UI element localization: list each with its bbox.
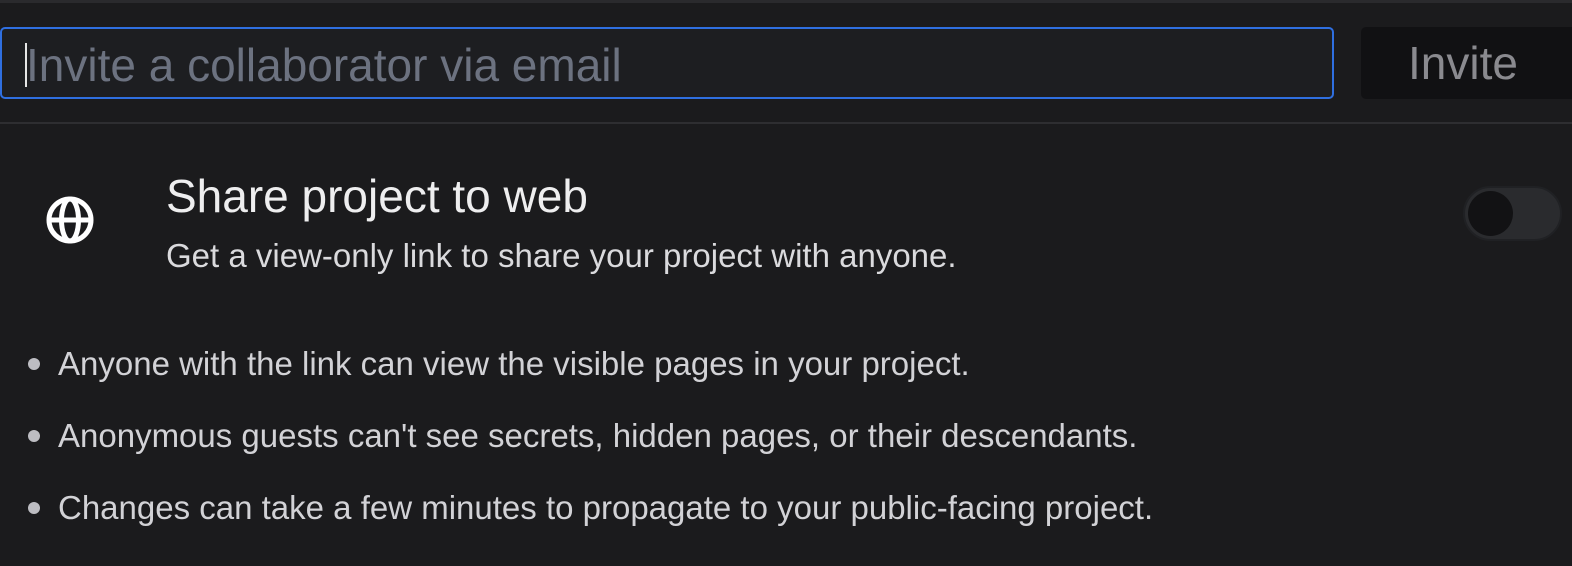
top-border — [0, 0, 1572, 3]
share-to-web-subtitle: Get a view-only link to share your proje… — [166, 237, 957, 274]
share-to-web-toggle[interactable] — [1463, 186, 1562, 241]
list-item: Changes can take a few minutes to propag… — [0, 484, 1572, 556]
share-notes-list: Anyone with the link can view the visibl… — [0, 340, 1572, 556]
note-text: Anyone with the link can view the visibl… — [58, 345, 970, 382]
share-to-web-title: Share project to web — [166, 170, 588, 222]
bullet-icon — [28, 430, 40, 442]
note-text: Anonymous guests can't see secrets, hidd… — [58, 417, 1138, 454]
invite-email-placeholder: Invite a collaborator via email — [26, 39, 622, 91]
bullet-icon — [28, 358, 40, 370]
list-item: Anonymous guests can't see secrets, hidd… — [0, 412, 1572, 484]
section-divider — [0, 122, 1572, 124]
globe-icon — [45, 195, 95, 245]
note-text: Changes can take a few minutes to propag… — [58, 489, 1154, 526]
invite-row: Invite a collaborator via email Invite — [0, 27, 1572, 100]
list-item: Anyone with the link can view the visibl… — [0, 340, 1572, 412]
invite-button[interactable]: Invite — [1361, 27, 1572, 99]
toggle-knob — [1468, 191, 1513, 236]
share-settings-panel: Invite a collaborator via email Invite S… — [0, 0, 1572, 566]
invite-email-input[interactable]: Invite a collaborator via email — [0, 27, 1334, 99]
bullet-icon — [28, 502, 40, 514]
